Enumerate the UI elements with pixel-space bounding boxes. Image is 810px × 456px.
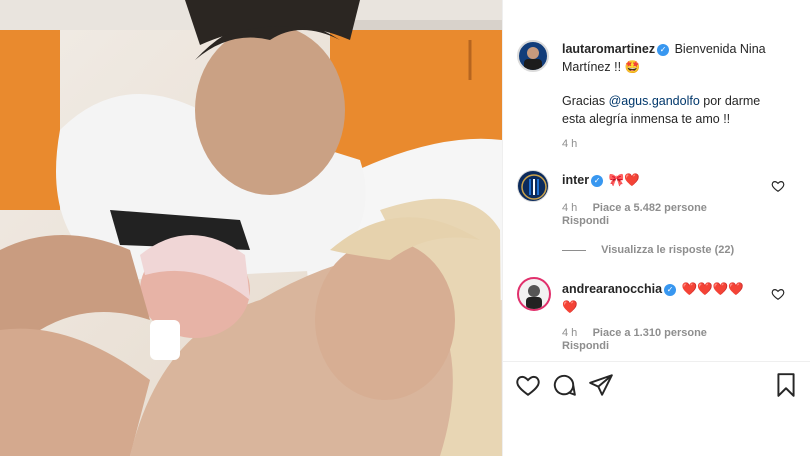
verified-badge-icon: ✓	[657, 43, 670, 56]
bookmark-icon[interactable]	[773, 372, 799, 398]
caption: lautaromartinez ✓ Bienvenida Nina Martíne…	[562, 40, 797, 76]
share-icon[interactable]	[588, 372, 614, 398]
post-side-panel: lautaromartinez ✓ Bienvenida Nina Martíne…	[502, 0, 810, 456]
comment-1-like-heart-icon[interactable]	[771, 179, 785, 193]
verified-badge-icon: ✓	[591, 174, 604, 187]
comment-1-username[interactable]: inter	[562, 173, 589, 187]
post-time[interactable]: 4 h	[562, 138, 577, 150]
comment-2-time[interactable]: 4 h	[562, 327, 577, 339]
view-replies[interactable]: Visualizza le risposte (22)	[562, 244, 734, 256]
comment-2-like-heart-icon[interactable]	[771, 287, 785, 301]
caption-thanks: Gracias @agus.gandolfo por darme esta al…	[562, 92, 802, 128]
comment-2-username[interactable]: andrearanocchia	[562, 282, 662, 296]
comment-2: andrearanocchia ✓ ❤️❤️❤️❤️ ❤️	[562, 280, 772, 316]
verified-badge-icon: ✓	[664, 283, 677, 296]
avatar-illustration	[524, 47, 542, 70]
author-username[interactable]: lautaromartinez	[562, 42, 655, 56]
inter-avatar[interactable]	[517, 170, 549, 202]
comment-2-text-line2: ❤️	[562, 300, 578, 314]
comment-1-text: 🎀❤️	[608, 173, 640, 187]
view-replies-label: Visualizza le risposte (22)	[601, 244, 735, 256]
comment-1-time[interactable]: 4 h	[562, 202, 577, 214]
author-avatar[interactable]	[517, 40, 549, 72]
thanks-suffix: por darme	[703, 94, 761, 108]
caption-line1: Bienvenida Nina	[674, 42, 766, 56]
star-struck-emoji-icon: 🤩	[624, 60, 641, 74]
thanks-line2: esta alegría inmensa te amo !!	[562, 112, 731, 126]
comment-1-meta: 4 h Piace a 5.482 persone	[562, 202, 707, 214]
post-photo-illustration	[0, 0, 502, 456]
comment-2-meta: 4 h Piace a 1.310 persone	[562, 327, 707, 339]
comment-1: inter ✓ 🎀❤️	[562, 171, 782, 189]
post-photo	[0, 0, 502, 456]
thanks-prefix: Gracias	[562, 94, 606, 108]
comment-2-text: ❤️❤️❤️❤️	[681, 282, 744, 296]
comment-2-reply[interactable]: Rispondi	[562, 340, 609, 352]
view-replies-line	[562, 249, 586, 251]
comment-1-reply[interactable]: Rispondi	[562, 215, 609, 227]
heart-icon[interactable]	[515, 372, 541, 398]
caption-line2: Martínez !!	[562, 60, 622, 74]
mention-link[interactable]: @agus.gandolfo	[609, 94, 700, 108]
comment-1-likes[interactable]: Piace a 5.482 persone	[593, 202, 707, 214]
actions-divider	[503, 361, 810, 362]
andrearanocchia-avatar[interactable]	[517, 277, 551, 311]
avatar-illustration	[526, 285, 542, 309]
comment-2-likes[interactable]: Piace a 1.310 persone	[593, 327, 707, 339]
inter-logo-icon	[521, 174, 547, 200]
comment-icon[interactable]	[551, 372, 577, 398]
